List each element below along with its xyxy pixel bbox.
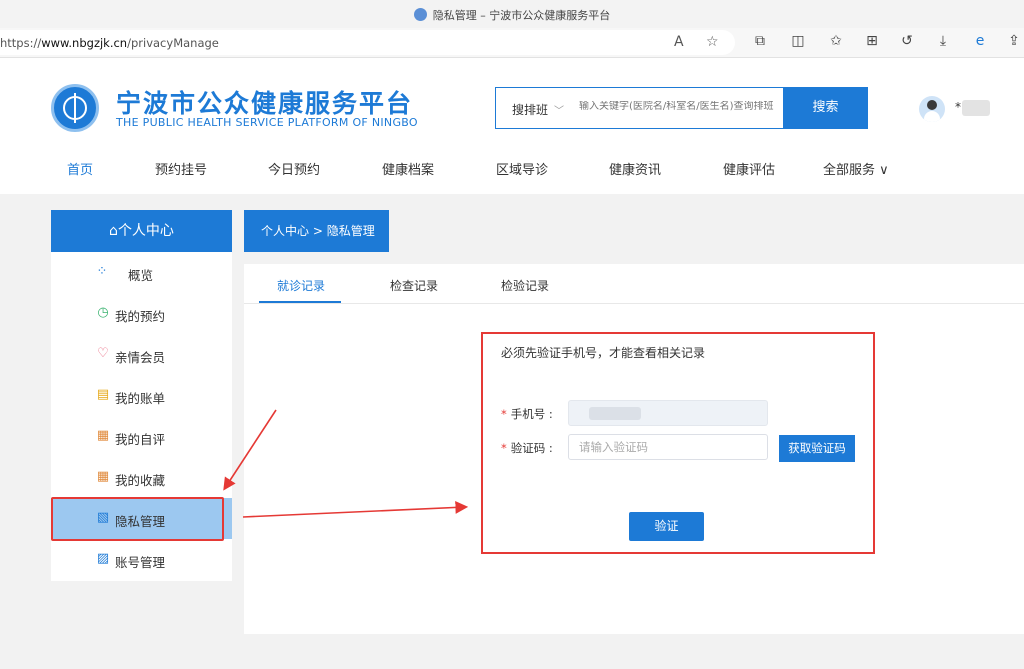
sidebar-header: ⌂个人中心 [51, 210, 232, 252]
phone-label: * 手机号 : [501, 407, 553, 421]
extensions-icon[interactable]: ⧉ [750, 33, 770, 49]
account-icon: ▨ [96, 551, 110, 566]
required-mark: * [501, 441, 507, 455]
bill-icon: ▤ [96, 387, 110, 402]
phone-field [568, 400, 768, 426]
search-button[interactable]: 搜索 [783, 87, 868, 129]
download-icon[interactable]: ⤓ [933, 33, 953, 49]
required-mark: * [501, 407, 507, 421]
sidebar-item-label: 亲情会员 [115, 350, 166, 365]
sidebar-item-family[interactable]: ♡ 亲情会员 [51, 334, 232, 375]
url-domain: www.nbgzjk.cn [41, 36, 128, 50]
site-title[interactable]: 宁波市公众健康服务平台 [116, 84, 413, 120]
history-icon[interactable]: ↺ [897, 33, 917, 49]
read-aloud-icon[interactable]: A [674, 34, 684, 50]
nav-today[interactable]: 今日预约 [268, 159, 320, 178]
share-icon[interactable]: ⇪ [1004, 33, 1024, 49]
split-screen-icon[interactable]: ◫ [788, 33, 808, 49]
nav-all-services-label: 全部服务 [823, 163, 876, 178]
tab-test-records[interactable]: 检验记录 [501, 277, 549, 294]
verify-notice: 必须先验证手机号，才能查看相关记录 [501, 346, 706, 360]
nav-guide[interactable]: 区域导诊 [496, 159, 548, 178]
active-tab-indicator [259, 301, 341, 303]
heart-icon: ♡ [97, 346, 109, 361]
evaluation-icon: ▦ [96, 428, 110, 443]
favorite-icon: ▦ [96, 469, 110, 484]
sidebar-item-label: 概览 [128, 268, 154, 283]
browser-address-bar: https://www.nbgzjk.cn/privacyManage A ☆ … [0, 28, 1024, 58]
sidebar-item-label: 账号管理 [115, 555, 166, 570]
tab-visit-records[interactable]: 就诊记录 [277, 277, 325, 294]
sidebar-item-account[interactable]: ▨ 账号管理 [51, 539, 232, 580]
logo-staff [74, 93, 76, 123]
breadcrumb-current: 隐私管理 [326, 224, 375, 238]
collections-icon[interactable]: ⊞ [862, 33, 882, 49]
url-path: /privacyManage [127, 36, 219, 50]
record-tabs: 就诊记录 检查记录 检验记录 [244, 264, 1024, 304]
sidebar-title: 个人中心 [117, 223, 174, 239]
chevron-down-icon: ∨ [879, 163, 889, 178]
nav-home[interactable]: 首页 [67, 159, 93, 178]
breadcrumb-parent[interactable]: 个人中心 [261, 224, 309, 238]
edge-copilot-icon[interactable]: e [970, 33, 990, 49]
phone-number-blurred [589, 407, 641, 420]
window-title: 隐私管理 – 宁波市公众健康服务平台 [0, 7, 1024, 23]
site-logo-icon[interactable] [51, 84, 99, 132]
sidebar-item-appointments[interactable]: ◷ 我的预约 [51, 293, 232, 334]
nav-appointment[interactable]: 预约挂号 [155, 159, 207, 178]
nav-news[interactable]: 健康资讯 [609, 159, 661, 178]
code-label-text: 验证码 [510, 441, 546, 455]
tab-exam-records[interactable]: 检查记录 [390, 277, 438, 294]
favorite-star-icon[interactable]: ☆ [706, 34, 719, 50]
nav-health-records[interactable]: 健康档案 [382, 159, 434, 178]
user-avatar[interactable] [919, 96, 945, 122]
sidebar-item-label: 我的自评 [115, 432, 166, 447]
sidebar-item-bills[interactable]: ▤ 我的账单 [51, 375, 232, 416]
favorites-icon[interactable]: ✩ [826, 33, 846, 49]
verify-button[interactable]: 验证 [629, 512, 704, 541]
sidebar-item-label: 我的预约 [115, 309, 166, 324]
window-title-text: 隐私管理 – 宁波市公众健康服务平台 [432, 9, 611, 22]
get-code-button[interactable]: 获取验证码 [779, 435, 855, 462]
avatar-body [924, 111, 940, 122]
url-field[interactable]: https://www.nbgzjk.cn/privacyManage A ☆ [0, 30, 735, 55]
sidebar-item-label: 我的收藏 [115, 473, 166, 488]
url-text[interactable]: https://www.nbgzjk.cn/privacyManage [0, 36, 219, 50]
nav-all-services[interactable]: 全部服务 ∨ [823, 159, 889, 178]
content-panel: 就诊记录 检查记录 检验记录 必须先验证手机号，才能查看相关记录 * 手机号 : … [244, 264, 1024, 634]
nav-assessment[interactable]: 健康评估 [723, 159, 775, 178]
sidebar-item-evaluation[interactable]: ▦ 我的自评 [51, 416, 232, 457]
username-prefix[interactable]: * [955, 100, 961, 114]
clock-icon: ◷ [97, 305, 109, 320]
search-type-label: 搜排班 [512, 103, 549, 117]
avatar-head [927, 100, 937, 110]
username-blurred[interactable] [962, 100, 990, 116]
search-input[interactable] [579, 101, 779, 112]
verification-code-input[interactable] [568, 434, 768, 460]
site-subtitle: THE PUBLIC HEALTH SERVICE PLATFORM OF NI… [116, 116, 418, 129]
sidebar-item-favorites[interactable]: ▦ 我的收藏 [51, 457, 232, 498]
search-type-select[interactable]: 搜排班 ﹀ [512, 101, 564, 118]
home-icon: ⌂ [109, 223, 118, 239]
sidebar-item-overview[interactable]: ⁘ 概览 [51, 252, 232, 293]
breadcrumb-separator: > [312, 224, 323, 238]
url-scheme: https:// [0, 36, 42, 50]
annotation-highlight-box [51, 497, 224, 541]
grid-icon: ⁘ [96, 264, 108, 279]
code-label: * 验证码 : [501, 441, 553, 455]
phone-label-text: 手机号 [510, 407, 546, 421]
sidebar-item-label: 我的账单 [115, 391, 166, 406]
chevron-down-icon: ﹀ [554, 106, 565, 117]
site-favicon-icon [413, 8, 427, 21]
site-header: 宁波市公众健康服务平台 THE PUBLIC HEALTH SERVICE PL… [0, 58, 1024, 194]
verify-panel: 必须先验证手机号，才能查看相关记录 *手机号 : *验证码 : 获取验证码 验证 [481, 332, 875, 554]
breadcrumb: 个人中心 > 隐私管理 [244, 210, 389, 252]
browser-title-bar: 隐私管理 – 宁波市公众健康服务平台 [0, 0, 1024, 28]
search-box: 搜排班 ﹀ 搜索 [495, 87, 868, 129]
